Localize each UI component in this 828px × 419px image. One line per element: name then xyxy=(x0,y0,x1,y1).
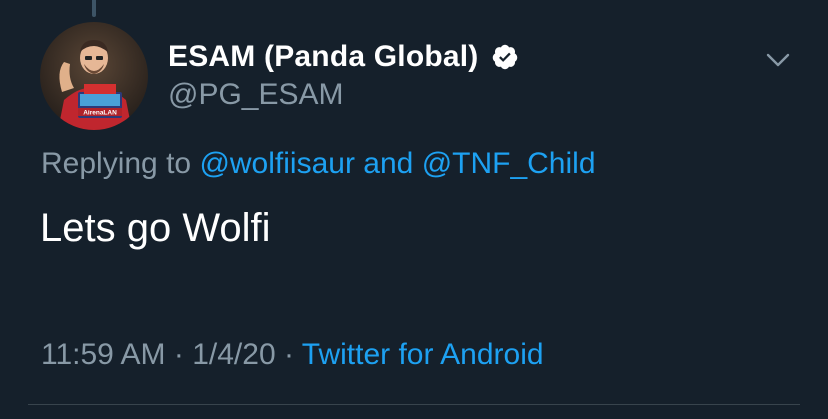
chevron-down-icon[interactable] xyxy=(764,50,792,70)
tweet-metadata: 11:59 AM · 1/4/20 · Twitter for Android xyxy=(41,338,544,372)
user-handle[interactable]: @PG_ESAM xyxy=(168,78,344,112)
author-name-row[interactable]: ESAM (Panda Global) xyxy=(168,38,519,76)
tweet-time[interactable]: 11:59 AM xyxy=(41,338,166,371)
tweet-text: Lets go Wolfi xyxy=(40,206,271,250)
tweet-source-link[interactable]: Twitter for Android xyxy=(302,338,544,371)
display-name[interactable]: ESAM (Panda Global) xyxy=(168,40,479,74)
tweet-date[interactable]: 1/4/20 xyxy=(192,338,275,371)
replying-to-line: Replying to @wolfiisaur and @TNF_Child xyxy=(41,147,596,181)
divider xyxy=(28,404,800,405)
verified-badge-icon xyxy=(492,44,517,70)
reply-and-text[interactable]: and xyxy=(363,147,413,180)
meta-separator: · xyxy=(173,338,184,371)
tweet-detail: AirenaLAN ESAM (Panda Global) @PG_ESAM R… xyxy=(0,0,828,419)
avatar-banner-text: AirenaLAN xyxy=(83,110,117,117)
avatar[interactable]: AirenaLAN xyxy=(40,22,148,130)
thread-connector-line xyxy=(92,0,96,17)
reply-mention-link[interactable]: @TNF_Child xyxy=(422,147,596,180)
reply-prefix: Replying to xyxy=(41,147,192,180)
meta-separator: · xyxy=(283,338,294,371)
avatar-image: AirenaLAN xyxy=(40,22,148,130)
reply-mention-link[interactable]: @wolfiisaur xyxy=(199,147,355,180)
